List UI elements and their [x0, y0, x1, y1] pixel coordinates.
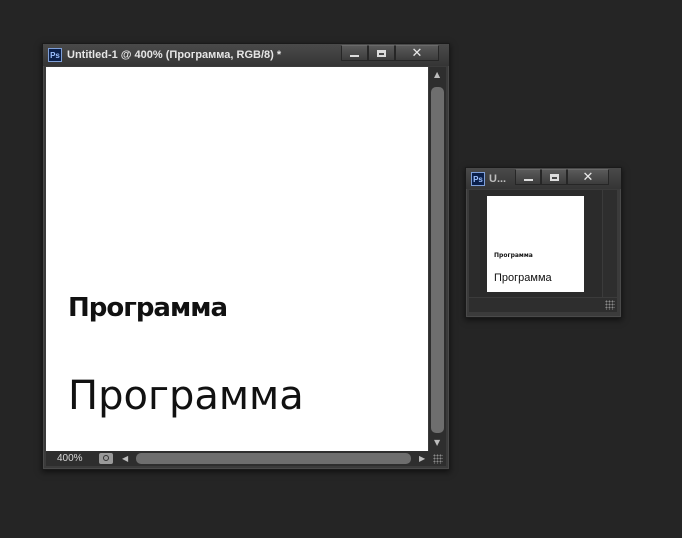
- preview-text-large: Программа: [494, 272, 552, 284]
- close-icon: ✕: [411, 45, 423, 61]
- minimize-icon: [350, 55, 359, 57]
- vertical-scrollbar[interactable]: ▲ ▼: [429, 67, 446, 451]
- window-controls: ✕: [341, 45, 439, 61]
- document-info-icon[interactable]: [99, 453, 113, 464]
- document-window: Ps Untitled-1 @ 400% (Программа, RGB/8) …: [42, 43, 450, 470]
- navigator-vertical-scrollbar[interactable]: [603, 190, 617, 297]
- ps-app-icon: Ps: [48, 48, 62, 62]
- navigator-titlebar[interactable]: Ps U... ✕: [466, 168, 621, 189]
- navigator-maximize-button[interactable]: [541, 169, 567, 185]
- maximize-button[interactable]: [368, 45, 395, 61]
- scroll-up-icon[interactable]: ▲: [434, 71, 440, 79]
- navigator-minimize-icon: [523, 179, 533, 181]
- navigator-preview[interactable]: Программа Программа: [487, 196, 584, 292]
- minimize-button[interactable]: [341, 45, 368, 61]
- navigator-window-controls: ✕: [515, 169, 609, 185]
- navigator-ps-icon: Ps: [471, 172, 485, 186]
- scroll-left-icon[interactable]: ◀: [122, 455, 128, 463]
- preview-text-small: Программа: [494, 252, 533, 259]
- navigator-window: Ps U... ✕ Программа Программа: [465, 167, 622, 318]
- navigator-title: U...: [489, 173, 507, 185]
- canvas-text-large: Программа: [68, 373, 304, 419]
- navigator-resize-grip-icon[interactable]: [605, 300, 615, 310]
- vertical-scroll-thumb[interactable]: [431, 87, 444, 433]
- navigator-maximize-icon: [549, 173, 559, 181]
- scroll-right-icon[interactable]: ▶: [419, 455, 425, 463]
- resize-grip-icon[interactable]: [433, 454, 443, 464]
- zoom-level[interactable]: 400%: [57, 453, 83, 464]
- canvas-text-small: Программа: [68, 293, 228, 323]
- navigator-minimize-button[interactable]: [515, 169, 541, 185]
- document-canvas[interactable]: Программа Программа: [46, 67, 428, 451]
- horizontal-scroll-thumb[interactable]: [136, 453, 411, 464]
- navigator-viewport[interactable]: Программа Программа: [469, 190, 602, 297]
- status-bar: 400% ◀ ▶: [46, 451, 446, 466]
- scroll-down-icon[interactable]: ▼: [434, 439, 440, 447]
- close-button[interactable]: ✕: [395, 45, 439, 61]
- maximize-icon: [377, 49, 386, 57]
- navigator-status-bar: [469, 298, 617, 312]
- document-titlebar[interactable]: Ps Untitled-1 @ 400% (Программа, RGB/8) …: [43, 44, 449, 66]
- navigator-close-icon: ✕: [582, 169, 594, 185]
- navigator-close-button[interactable]: ✕: [567, 169, 609, 185]
- document-title: Untitled-1 @ 400% (Программа, RGB/8) *: [67, 49, 282, 61]
